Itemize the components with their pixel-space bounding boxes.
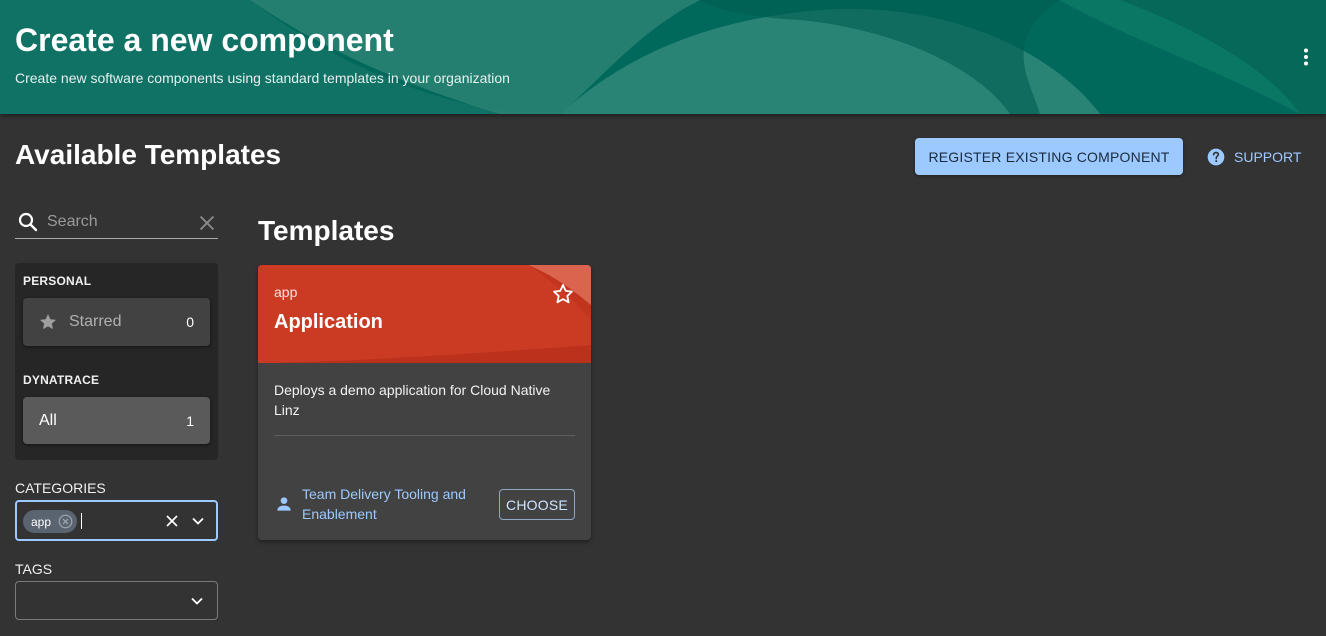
search-icon xyxy=(18,212,38,231)
starred-count: 0 xyxy=(186,314,194,330)
filter-panel: PERSONAL Starred 0 DYNATRACE All 1 xyxy=(15,263,218,460)
page-header-title: Create a new component xyxy=(15,22,394,58)
support-button[interactable]: SUPPORT xyxy=(1200,140,1307,174)
page-header: Create a new component Create new softwa… xyxy=(0,0,1326,114)
organization-section-label: DYNATRACE xyxy=(23,373,100,387)
clear-categories-icon[interactable] xyxy=(162,511,182,531)
search-input[interactable] xyxy=(47,212,187,231)
template-type: app xyxy=(274,284,298,300)
template-owner-name: Team Delivery Tooling and Enablement xyxy=(302,486,466,522)
page-header-subtitle: Create new software components using sta… xyxy=(15,70,510,86)
all-label: All xyxy=(39,411,57,429)
categories-select[interactable]: app xyxy=(15,500,218,541)
support-label: SUPPORT xyxy=(1234,149,1302,165)
template-description: Deploys a demo application for Cloud Nat… xyxy=(274,382,551,418)
person-icon xyxy=(277,497,291,511)
filter-item-all[interactable]: All 1 xyxy=(23,397,210,444)
template-card-header: app Application xyxy=(258,265,591,363)
category-chip-label: app xyxy=(31,514,52,529)
chevron-down-icon[interactable] xyxy=(188,511,208,531)
available-templates-title: Available Templates xyxy=(15,139,282,170)
choose-button[interactable]: CHOOSE xyxy=(499,489,575,520)
tags-label: TAGS xyxy=(15,561,53,577)
template-card: app Application Deploys a demo applicati… xyxy=(258,265,591,540)
template-owner-link[interactable]: Team Delivery Tooling and Enablement xyxy=(274,484,482,524)
personal-section-label: PERSONAL xyxy=(23,274,92,288)
tags-select[interactable] xyxy=(15,581,218,620)
more-vert-icon[interactable] xyxy=(1294,45,1318,69)
card-divider xyxy=(274,435,575,436)
starred-label: Starred xyxy=(69,313,122,330)
help-circle-icon xyxy=(1207,148,1225,166)
templates-heading: Templates xyxy=(258,215,395,246)
star-outline-icon[interactable] xyxy=(551,282,575,306)
text-cursor xyxy=(81,513,82,529)
filter-item-starred[interactable]: Starred 0 xyxy=(23,298,210,346)
star-icon xyxy=(40,314,56,330)
chip-remove-icon[interactable] xyxy=(58,514,73,529)
categories-label: CATEGORIES xyxy=(15,480,106,496)
register-existing-component-button[interactable]: REGISTER EXISTING COMPONENT xyxy=(915,138,1183,175)
category-chip[interactable]: app xyxy=(23,510,77,533)
all-count: 1 xyxy=(186,412,194,429)
search-field xyxy=(15,205,218,239)
clear-search-icon[interactable] xyxy=(196,212,218,234)
chevron-down-icon[interactable] xyxy=(187,591,207,611)
template-title: Application xyxy=(274,311,383,333)
